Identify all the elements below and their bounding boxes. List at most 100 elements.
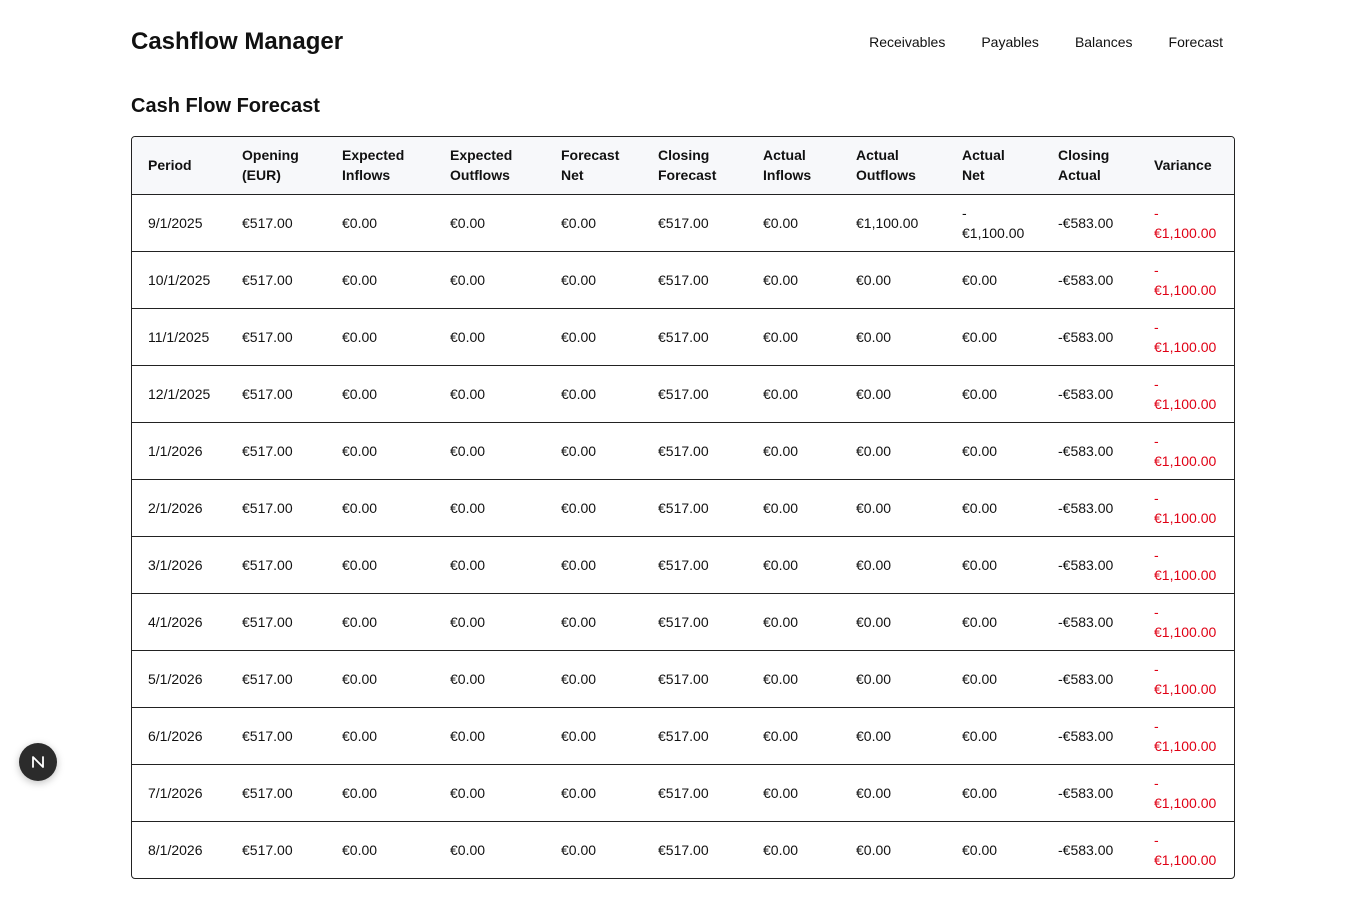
cell-actual-inflows: €0.00 bbox=[747, 706, 840, 764]
cell-period: 4/1/2026 bbox=[132, 592, 226, 650]
cell-closing-actual: -€583.00 bbox=[1058, 214, 1114, 231]
cell-actual-inflows: €0.00 bbox=[747, 649, 840, 707]
cell-opening: €517.00 bbox=[226, 364, 326, 422]
cell-closing-forecast: €517.00 bbox=[642, 307, 747, 365]
cell-actual-inflows: €0.00 bbox=[747, 592, 840, 650]
cell-variance: - €1,100.00 bbox=[1138, 592, 1234, 650]
nav-item-balances[interactable]: Balances bbox=[1075, 33, 1133, 51]
table-row: 1/1/2026 €517.00 €0.00 €0.00 €0.00 €517.00 €0.… bbox=[132, 421, 1234, 479]
cell-actual-net: €0.00 bbox=[946, 478, 1042, 536]
cell-expected-outflows: €0.00 bbox=[434, 421, 545, 479]
cell-closing-actual: -€583.00 bbox=[1042, 706, 1138, 764]
cell-actual-inflows: €0.00 bbox=[747, 307, 840, 365]
cell-actual-net: €0.00 bbox=[946, 364, 1042, 422]
page: Cashflow Manager Receivables Payables Ba… bbox=[0, 0, 1366, 902]
nav-item-payables[interactable]: Payables bbox=[981, 33, 1039, 51]
cell-actual-outflows: €0.00 bbox=[840, 706, 946, 764]
column-header-actual-outflows: Actual Outflows bbox=[840, 137, 946, 195]
cell-variance: - €1,100.00 bbox=[1138, 478, 1234, 536]
cell-period: 12/1/2025 bbox=[132, 364, 226, 422]
column-header-closing-forecast: Closing Forecast bbox=[642, 137, 747, 195]
nav-item-forecast[interactable]: Forecast bbox=[1169, 33, 1223, 51]
cell-variance: - €1,100.00 bbox=[1138, 421, 1234, 479]
table-row: 7/1/2026 €517.00 €0.00 €0.00 €0.00 €517.00 €0.… bbox=[132, 763, 1234, 821]
cell-opening: €517.00 bbox=[226, 250, 326, 308]
cell-forecast-net: €0.00 bbox=[545, 364, 642, 422]
cell-variance: - €1,100.00 bbox=[1138, 649, 1234, 707]
cell-actual-net: €0.00 bbox=[946, 535, 1042, 593]
cell-expected-outflows: €0.00 bbox=[434, 364, 545, 422]
table-body: 9/1/2025 €517.00 €0.00 €0.00 €0.00 €517.00 €0.… bbox=[132, 194, 1234, 878]
column-header-forecast-net: Forecast Net bbox=[545, 137, 642, 195]
next-logo-icon bbox=[32, 756, 44, 768]
main-nav: Receivables Payables Balances Forecast bbox=[869, 33, 1223, 51]
column-header-label: Actual bbox=[962, 147, 1005, 164]
cell-actual-outflows: €0.00 bbox=[840, 421, 946, 479]
cell-actual-net: €0.00 bbox=[946, 307, 1042, 365]
cell-variance: - €1,100.00 bbox=[1138, 706, 1234, 764]
cell-period: 3/1/2026 bbox=[132, 535, 226, 593]
cell-expected-inflows: €0.00 bbox=[326, 478, 434, 536]
cell-expected-inflows: €0.00 bbox=[326, 307, 434, 365]
cell-forecast-net: €0.00 bbox=[545, 706, 642, 764]
cell-opening: €517.00 bbox=[242, 214, 293, 231]
column-header-label: Actual bbox=[1058, 167, 1101, 184]
cell-closing-actual: -€583.00 bbox=[1042, 763, 1138, 821]
cell-period: 2/1/2026 bbox=[132, 478, 226, 536]
cell-variance: - €1,100.00 bbox=[1138, 535, 1234, 593]
cell-period: 5/1/2026 bbox=[132, 649, 226, 707]
column-header-label: Opening bbox=[242, 147, 299, 164]
column-header-label: Outflows bbox=[450, 167, 510, 184]
cell-closing-actual: -€583.00 bbox=[1042, 592, 1138, 650]
column-header-closing-actual: Closing Actual bbox=[1042, 137, 1138, 195]
cell-variance: - €1,100.00 bbox=[1138, 763, 1234, 821]
cell-forecast-net: €0.00 bbox=[545, 421, 642, 479]
cell-expected-inflows: €0.00 bbox=[326, 649, 434, 707]
table-row: 12/1/2025 €517.00 €0.00 €0.00 €0.00 €517.00 €0… bbox=[132, 364, 1234, 422]
cell-actual-outflows: €0.00 bbox=[840, 535, 946, 593]
cell-actual-outflows: €0.00 bbox=[840, 592, 946, 650]
column-header-expected-inflows: Expected Inflows bbox=[326, 137, 434, 195]
cell-period: 8/1/2026 bbox=[132, 820, 226, 878]
next-logo-badge[interactable] bbox=[19, 743, 57, 781]
cell-actual-net: €0.00 bbox=[946, 421, 1042, 479]
cell-opening: €517.00 bbox=[226, 478, 326, 536]
cell-actual-net: €0.00 bbox=[946, 250, 1042, 308]
cell-period: 11/1/2025 bbox=[132, 307, 226, 365]
app-header: Cashflow Manager Receivables Payables Ba… bbox=[131, 26, 1235, 60]
cell-closing-actual: -€583.00 bbox=[1042, 478, 1138, 536]
cell-actual-net: €0.00 bbox=[946, 820, 1042, 878]
column-header-variance: Variance bbox=[1138, 137, 1234, 195]
cell-actual-outflows: €0.00 bbox=[840, 649, 946, 707]
cell-closing-actual: -€583.00 bbox=[1042, 364, 1138, 422]
cell-forecast-net: €0.00 bbox=[545, 250, 642, 308]
column-header-label: Variance bbox=[1154, 157, 1212, 174]
cell-closing-actual: -€583.00 bbox=[1042, 820, 1138, 878]
cell-actual-inflows: €0.00 bbox=[747, 535, 840, 593]
cell-closing-forecast: €517.00 bbox=[642, 763, 747, 821]
cell-actual-net: €0.00 bbox=[946, 763, 1042, 821]
cell-closing-forecast: €517.00 bbox=[642, 535, 747, 593]
table-row: 4/1/2026 €517.00 €0.00 €0.00 €0.00 €517.00 €0.… bbox=[132, 592, 1234, 650]
cell-forecast-net: €0.00 bbox=[545, 820, 642, 878]
cell-closing-actual: -€583.00 bbox=[1042, 535, 1138, 593]
cell-forecast-net: €0.00 bbox=[545, 307, 642, 365]
nav-item-receivables[interactable]: Receivables bbox=[869, 33, 945, 51]
table-row: 3/1/2026 €517.00 €0.00 €0.00 €0.00 €517.00 €0.… bbox=[132, 535, 1234, 593]
cell-closing-forecast: €517.00 bbox=[642, 649, 747, 707]
table-header-row: Period Opening (EUR) Expected Inflows Expecte… bbox=[132, 137, 1234, 195]
cell-period: 7/1/2026 bbox=[132, 763, 226, 821]
cell-forecast-net: €0.00 bbox=[561, 214, 597, 231]
cell-opening: €517.00 bbox=[226, 820, 326, 878]
cell-actual-inflows: €0.00 bbox=[747, 421, 840, 479]
cell-expected-outflows: €0.00 bbox=[450, 214, 486, 231]
cell-period: 9/1/2025 bbox=[148, 214, 203, 231]
column-header-label: Inflows bbox=[342, 167, 391, 184]
cell-expected-outflows: €0.00 bbox=[434, 649, 545, 707]
cell-closing-actual: -€583.00 bbox=[1042, 421, 1138, 479]
column-header-label: Actual bbox=[763, 147, 806, 164]
column-header-actual-net: Actual Net bbox=[946, 137, 1042, 195]
cell-expected-outflows: €0.00 bbox=[434, 592, 545, 650]
cell-actual-net: - €1,100.00 bbox=[962, 204, 1025, 241]
cell-expected-outflows: €0.00 bbox=[434, 478, 545, 536]
